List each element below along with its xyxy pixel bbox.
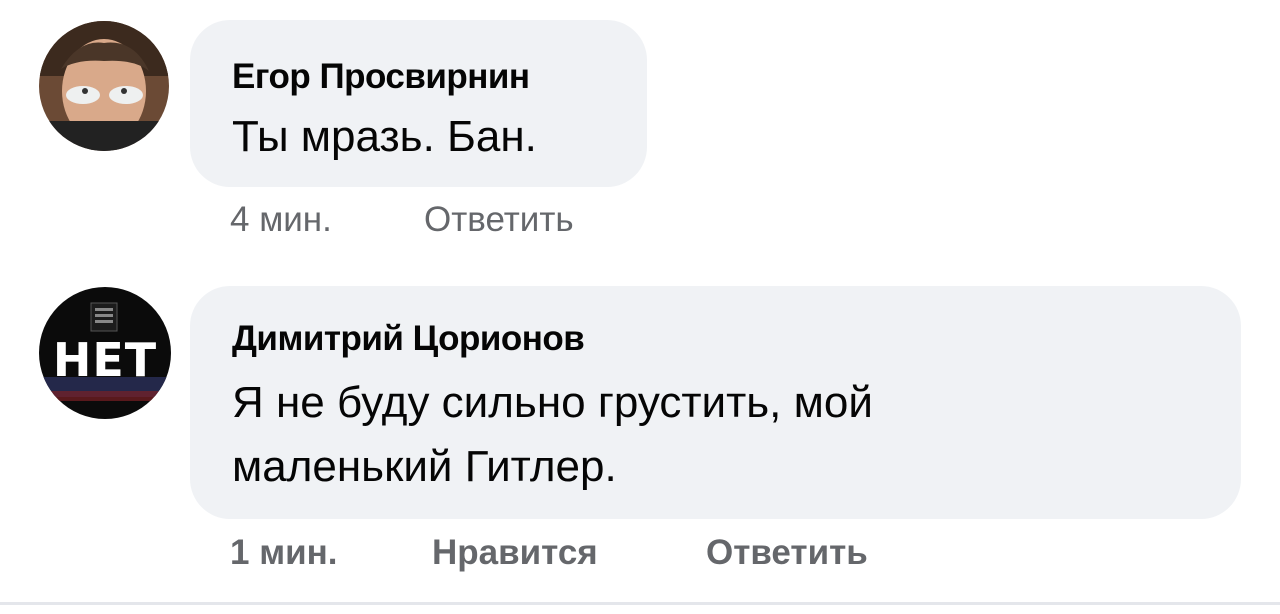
comment-text-line: маленький Гитлер. (232, 442, 617, 491)
reply-button[interactable]: Ответить (424, 200, 574, 240)
net-logo-avatar-icon: НЕТ (39, 287, 171, 419)
like-button[interactable]: Нравится (432, 533, 598, 573)
comment-author[interactable]: Димитрий Цорионов (232, 319, 585, 359)
comment-timestamp[interactable]: 1 мин. (230, 533, 337, 573)
user-photo-avatar-icon (39, 21, 169, 151)
comment-author[interactable]: Егор Просвирнин (232, 57, 530, 97)
avatar[interactable]: НЕТ (39, 287, 171, 419)
svg-text:НЕТ: НЕТ (53, 333, 157, 387)
comments-thread: Егор Просвирнин Ты мразь. Бан. 4 мин. От… (0, 0, 1280, 614)
comment-text-line: Я не буду сильно грустить, мой (232, 378, 873, 427)
comment-timestamp[interactable]: 4 мин. (230, 200, 332, 240)
comment-text: Ты мразь. Бан. (232, 112, 537, 161)
divider (0, 602, 1280, 605)
reply-button[interactable]: Ответить (706, 533, 868, 573)
avatar[interactable] (39, 21, 169, 151)
